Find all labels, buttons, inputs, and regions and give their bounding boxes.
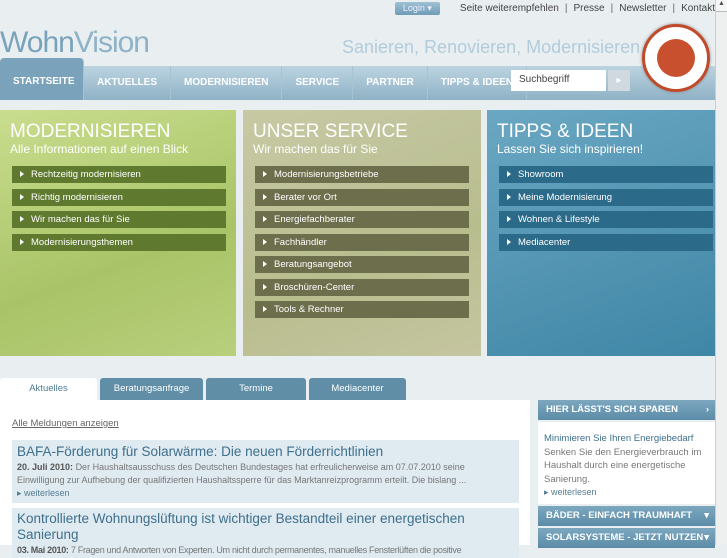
panel-link[interactable]: Rechtzeitig modernisieren — [12, 166, 226, 183]
chevron-down-icon: ▾ — [704, 532, 709, 543]
content-tabs: Aktuelles Beratungsanfrage Termine Media… — [0, 378, 409, 401]
tab-beratungsanfrage[interactable]: Beratungsanfrage — [100, 378, 203, 400]
panel-link[interactable]: Beratungsangebot — [255, 256, 469, 273]
box-title: BÄDER - EINFACH TRAUMHAFT — [546, 510, 693, 521]
panel-subtitle: Alle Informationen auf einen Blick — [10, 142, 189, 156]
tab-aktuelles[interactable]: Aktuelles — [0, 378, 97, 401]
link-presse[interactable]: Presse — [573, 3, 604, 14]
search-input[interactable]: Suchbegriff — [511, 70, 606, 91]
panel-link[interactable]: Fachhändler — [255, 233, 469, 251]
sidebar-box-body: Minimieren Sie Ihren Energiebedarf Senke… — [538, 422, 715, 504]
read-more-label: weiterlesen — [551, 487, 597, 497]
panel-link[interactable]: Mediacenter — [499, 233, 713, 251]
news-date: 20. Juli 2010: — [17, 462, 74, 472]
panel-link[interactable]: Showroom — [499, 166, 713, 183]
panel-link[interactable]: Modernisierungsthemen — [12, 233, 226, 251]
panel-link[interactable]: Energiefachberater — [255, 211, 469, 228]
panel-link[interactable]: Berater vor Ort — [255, 188, 469, 206]
panel-title: TIPPS & IDEEN — [497, 121, 634, 142]
panel-title: MODERNISIEREN — [10, 121, 171, 142]
scroll-up-icon[interactable]: ▲ — [716, 0, 727, 12]
panel-subtitle: Lassen Sie sich inspirieren! — [497, 142, 644, 156]
nav-modernisieren[interactable]: MODERNISIEREN — [171, 66, 283, 100]
panel-link[interactable]: Tools & Rechner — [255, 301, 469, 318]
panel-link[interactable]: Wir machen das für Sie — [12, 211, 226, 228]
sidebar-box-solar[interactable]: SOLARSYSTEME - JETZT NUTZEN ▾ — [538, 528, 715, 548]
chevron-down-icon: ▾ — [704, 510, 709, 521]
nav-service[interactable]: SERVICE — [282, 66, 354, 100]
sidebar: HIER LÄSST'S SICH SPAREN › Minimieren Sie… — [538, 400, 715, 550]
read-more-label: weiterlesen — [24, 488, 70, 498]
panel-link[interactable]: Modernisierungsbetriebe — [255, 166, 469, 183]
quality-seal-logo — [642, 24, 710, 92]
news-text: 7 Fragen und Antworten von Experten. Um … — [70, 545, 462, 555]
logo-part-1: Wohn — [0, 26, 75, 59]
news-title[interactable]: BAFA-Förderung für Solarwärme: Die neuen… — [17, 444, 514, 460]
nav-aktuelles[interactable]: AKTUELLES — [84, 66, 171, 100]
nav-startseite[interactable]: STARTSEITE — [0, 58, 84, 100]
sidebar-link[interactable]: Minimieren Sie Ihren Energiebedarf — [544, 433, 693, 444]
tab-mediacenter[interactable]: Mediacenter — [309, 378, 406, 400]
nav-partner[interactable]: PARTNER — [353, 66, 428, 100]
panel-link[interactable]: Broschüren-Center — [255, 278, 469, 296]
link-newsletter[interactable]: Newsletter — [619, 3, 666, 14]
panel-link[interactable]: Richtig modernisieren — [12, 188, 226, 206]
panel-link[interactable]: Wohnen & Lifestyle — [499, 211, 713, 228]
panel-title: UNSER SERVICE — [253, 121, 408, 142]
read-more-link[interactable]: ▸ weiterlesen — [544, 486, 709, 498]
scrollbar[interactable]: ▲ — [715, 0, 727, 545]
login-label: Login — [402, 2, 425, 13]
panel-link[interactable]: Meine Modernisierung — [499, 188, 713, 206]
panel-service: UNSER SERVICE Wir machen das für Sie Mod… — [243, 110, 481, 356]
news-item: Kontrollierte Wohnungslüftung ist wichti… — [12, 508, 519, 558]
panel-modernisieren: MODERNISIEREN Alle Informationen auf ein… — [0, 110, 236, 356]
news-text: Der Haushaltsausschuss des Deutschen Bun… — [17, 462, 467, 485]
link-kontakt[interactable]: Kontakt — [681, 3, 715, 14]
top-links: Login ▾ Seite weiterempfehlen | Presse | N… — [394, 0, 715, 16]
sidebar-box-sparen[interactable]: HIER LÄSST'S SICH SPAREN › — [538, 400, 715, 420]
news-item: BAFA-Förderung für Solarwärme: Die neuen… — [12, 440, 519, 503]
panel-tipps: TIPPS & IDEEN Lassen Sie sich inspiriere… — [487, 110, 715, 356]
box-title: HIER LÄSST'S SICH SPAREN — [546, 404, 678, 415]
logo[interactable]: WohnVision — [0, 26, 150, 60]
tab-termine[interactable]: Termine — [206, 378, 306, 400]
link-recommend[interactable]: Seite weiterempfehlen — [460, 3, 559, 14]
box-title: SOLARSYSTEME - JETZT NUTZEN — [546, 532, 704, 543]
sidebar-box-baeder[interactable]: BÄDER - EINFACH TRAUMHAFT ▾ — [538, 506, 715, 526]
slogan: Sanieren, Renovieren, Modernisieren — [342, 37, 641, 57]
news-date: 03. Mai 2010: — [17, 545, 69, 555]
read-more-link[interactable]: ▸ weiterlesen — [17, 487, 514, 499]
sidebar-text: Senken Sie den Energieverbrauch im Haush… — [544, 446, 702, 485]
panel-subtitle: Wir machen das für Sie — [253, 142, 378, 156]
logo-part-2: Vision — [73, 26, 150, 59]
chevron-right-icon: › — [705, 404, 709, 415]
news-content: Alle Meldungen anzeigen BAFA-Förderung f… — [0, 400, 530, 558]
login-button[interactable]: Login ▾ — [394, 1, 440, 15]
all-news-link[interactable]: Alle Meldungen anzeigen — [12, 418, 119, 429]
search-button[interactable]: ▸ — [608, 70, 630, 91]
news-title[interactable]: Kontrollierte Wohnungslüftung ist wichti… — [17, 511, 514, 543]
